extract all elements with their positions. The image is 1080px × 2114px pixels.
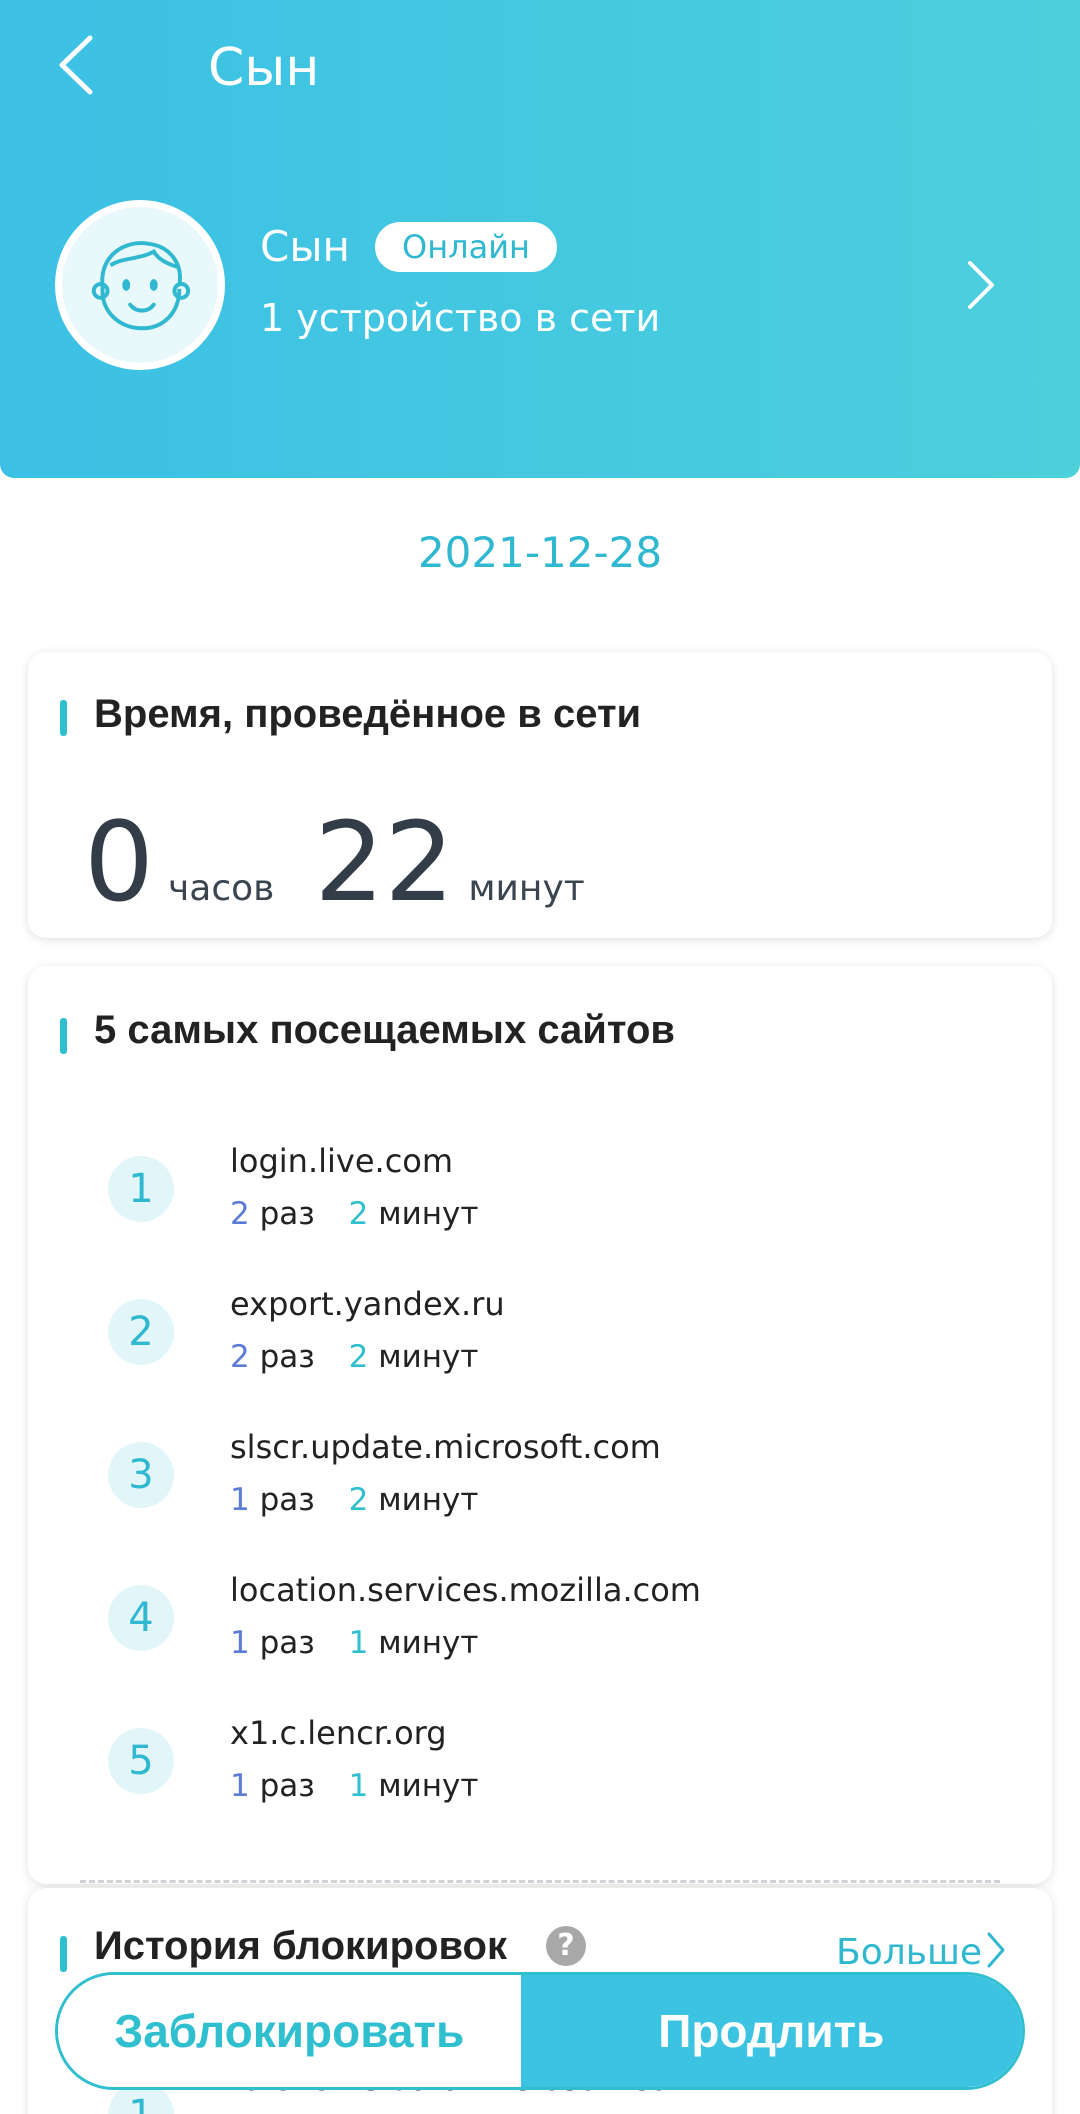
section-divider	[80, 1880, 1000, 1883]
visits-count: 1	[230, 1482, 250, 1518]
rank-badge: 2	[108, 1299, 174, 1365]
site-stats: 2 раз 2 минут	[230, 1196, 478, 1232]
more-link[interactable]: Больше	[836, 1932, 982, 1973]
hours-unit: часов	[168, 868, 275, 909]
list-item[interactable]: 2 export.yandex.ru 2 раз 2 минут	[108, 1285, 1008, 1395]
online-time-value: 0 часов 22 минут	[84, 807, 625, 917]
minutes-unit: минут	[378, 1768, 479, 1804]
rank-badge: 5	[108, 1728, 174, 1794]
minutes-unit: минут	[378, 1625, 479, 1661]
hours-value: 0	[84, 798, 154, 926]
site-domain: location.services.mozilla.com	[230, 1571, 701, 1609]
minutes-unit: минут	[378, 1482, 479, 1518]
page-title: Сын	[208, 38, 320, 98]
top-sites-card: 5 самых посещаемых сайтов 1 login.live.c…	[28, 966, 1052, 1884]
section-accent-bar	[60, 700, 67, 736]
status-badge: Онлайн	[375, 222, 557, 272]
minutes-unit: минут	[468, 868, 585, 909]
visits-unit: раз	[259, 1625, 315, 1661]
back-arrow-icon	[59, 35, 93, 95]
site-domain: login.live.com	[230, 1142, 454, 1180]
screen: Сын Сын Онлайн 1 устройство в сети 2021-…	[0, 0, 1080, 2114]
visits-count: 2	[230, 1196, 250, 1232]
profile-name: Сын	[260, 222, 350, 271]
site-domain: slscr.update.microsoft.com	[230, 1428, 661, 1466]
visits-count: 2	[230, 1339, 250, 1375]
avatar[interactable]	[55, 200, 225, 370]
rank-badge: 1	[108, 1156, 174, 1222]
section-accent-bar	[60, 1936, 67, 1972]
site-domain: export.yandex.ru	[230, 1285, 505, 1323]
child-face-icon	[91, 241, 191, 331]
visits-unit: раз	[259, 1196, 315, 1232]
top-sites-title: 5 самых посещаемых сайтов	[94, 1008, 675, 1052]
visits-count: 1	[230, 1768, 250, 1804]
action-bar: Заблокировать Продлить	[55, 1972, 1025, 2090]
visits-count: 1	[230, 1625, 250, 1661]
online-time-card: Время, проведённое в сети 0 часов 22 мин…	[28, 652, 1052, 938]
minutes-value: 22	[314, 798, 455, 926]
minutes-count: 2	[348, 1339, 369, 1375]
back-button[interactable]	[50, 30, 110, 100]
help-icon[interactable]: ?	[546, 1926, 586, 1966]
list-item[interactable]: 5 x1.c.lencr.org 1 раз 1 минут	[108, 1714, 1008, 1824]
visits-unit: раз	[259, 1768, 315, 1804]
minutes-unit: минут	[378, 1196, 479, 1232]
rank-badge: 3	[108, 1442, 174, 1508]
list-item[interactable]: 4 location.services.mozilla.com 1 раз 1 …	[108, 1571, 1008, 1681]
section-accent-bar	[60, 1018, 67, 1054]
chevron-right-icon[interactable]	[985, 1930, 1007, 1970]
date-selector[interactable]: 2021-12-28	[0, 528, 1080, 577]
extend-button[interactable]: Продлить	[520, 1975, 1022, 2087]
profile-header: Сын Сын Онлайн 1 устройство в сети	[0, 0, 1080, 478]
minutes-count: 2	[348, 1482, 369, 1518]
site-stats: 2 раз 2 минут	[230, 1339, 478, 1375]
profile-details-button[interactable]	[960, 255, 1000, 315]
list-item[interactable]: 1 login.live.com 2 раз 2 минут	[108, 1142, 1008, 1252]
minutes-unit: минут	[378, 1339, 479, 1375]
devices-online-text: 1 устройство в сети	[260, 296, 661, 340]
block-history-title: История блокировок	[94, 1924, 507, 1968]
site-stats: 1 раз 1 минут	[230, 1625, 478, 1661]
site-domain: x1.c.lencr.org	[230, 1714, 447, 1752]
site-stats: 1 раз 1 минут	[230, 1768, 478, 1804]
list-item[interactable]: 3 slscr.update.microsoft.com 1 раз 2 мин…	[108, 1428, 1008, 1538]
site-stats: 1 раз 2 минут	[230, 1482, 478, 1518]
visits-unit: раз	[259, 1482, 315, 1518]
rank-badge: 4	[108, 1585, 174, 1651]
chevron-right-icon	[968, 261, 994, 309]
minutes-count: 1	[348, 1625, 369, 1661]
visits-unit: раз	[259, 1339, 315, 1375]
minutes-count: 2	[348, 1196, 369, 1232]
block-button[interactable]: Заблокировать	[58, 1975, 521, 2087]
online-time-title: Время, проведённое в сети	[94, 692, 642, 736]
minutes-count: 1	[348, 1768, 369, 1804]
